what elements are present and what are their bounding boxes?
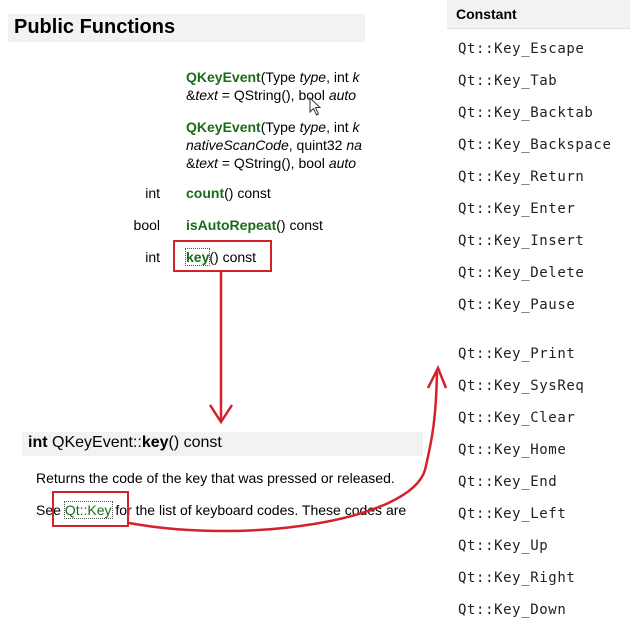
constant-item: Qt::Key_Enter	[458, 201, 576, 217]
constant-item: Qt::Key_Return	[458, 169, 585, 185]
ctor2-param-native: nativeScanCode	[186, 137, 289, 153]
isautorepeat-row: isAutoRepeat() const	[186, 216, 323, 234]
mouse-pointer-icon	[309, 97, 322, 116]
key-return-type: int	[145, 249, 160, 265]
constant-item: Qt::Key_Pause	[458, 297, 576, 313]
constant-item: Qt::Key_Escape	[458, 41, 585, 57]
ctor2-line3: &text = QString(), bool auto	[186, 154, 356, 172]
ctor1-text: (Type	[260, 69, 300, 85]
ctor2-param-trunc: k	[352, 119, 360, 135]
ctor2-param-type: type	[299, 119, 327, 135]
ctor2-text: &	[186, 155, 196, 171]
constant-item: Qt::Key_SysReq	[458, 378, 585, 394]
count-return-type: int	[145, 185, 160, 201]
ctor1-text: &	[186, 87, 196, 103]
ctor1-param-auto: auto	[328, 87, 357, 103]
constants-table: Constant Qt::Key_EscapeQt::Key_TabQt::Ke…	[447, 0, 630, 632]
curve-arrow-head	[426, 364, 448, 389]
isautorepeat-return-type: bool	[133, 217, 160, 233]
ctor2-text: = QString(), bool	[217, 155, 329, 171]
detail-description: Returns the code of the key that was pre…	[36, 470, 395, 486]
constant-item: Qt::Key_Delete	[458, 265, 585, 281]
see-also-suffix: for the list of keyboard codes. These co…	[111, 502, 407, 518]
ctor1-text: , int	[326, 69, 353, 85]
detail-function-name: key	[141, 434, 169, 451]
isautorepeat-link[interactable]: isAutoRepeat	[186, 217, 276, 233]
key-function-highlight	[173, 240, 272, 272]
ctor1-line2: &text = QString(), bool auto	[186, 86, 356, 104]
constant-item: Qt::Key_Left	[458, 506, 567, 522]
constants-header-label: Constant	[456, 6, 517, 22]
ctor2-param-auto: auto	[328, 155, 357, 171]
isautorepeat-suffix: () const	[276, 217, 323, 233]
constant-item: Qt::Key_Up	[458, 538, 549, 554]
ctor2-line1: QKeyEvent(Type type, int k	[186, 118, 360, 136]
ctor1-param-trunc: k	[352, 69, 360, 85]
constant-item: Qt::Key_Print	[458, 346, 576, 362]
constant-item: Qt::Key_Home	[458, 442, 567, 458]
constant-item: Qt::Key_Right	[458, 570, 576, 586]
ctor2-param-na: na	[346, 137, 362, 153]
count-row: count() const	[186, 184, 271, 202]
qt-key-highlight	[52, 491, 129, 527]
ctor2-text: , int	[326, 119, 353, 135]
detail-return-type: int	[28, 434, 48, 451]
constant-item: Qt::Key_Tab	[458, 73, 558, 89]
ctor1-line1: QKeyEvent(Type type, int k	[186, 68, 360, 86]
constant-item: Qt::Key_Clear	[458, 410, 576, 426]
constant-item: Qt::Key_Insert	[458, 233, 585, 249]
constant-item: Qt::Key_Backtab	[458, 105, 594, 121]
count-link[interactable]: count	[186, 185, 224, 201]
constant-item: Qt::Key_End	[458, 474, 558, 490]
detail-class: QKeyEvent::	[52, 434, 142, 451]
ctor2-text: (Type	[260, 119, 300, 135]
detail-suffix: () const	[168, 434, 222, 451]
ctor2-link[interactable]: QKeyEvent	[186, 119, 261, 135]
constant-item: Qt::Key_Down	[458, 602, 567, 618]
count-suffix: () const	[224, 185, 271, 201]
ctor1-link[interactable]: QKeyEvent	[186, 69, 261, 85]
constants-table-header: Constant	[447, 0, 630, 29]
ctor2-param-text: text	[195, 155, 218, 171]
ctor2-text: , quint32	[288, 137, 347, 153]
down-arrow-head	[208, 404, 234, 425]
ctor1-param-type: type	[299, 69, 327, 85]
ctor1-param-text: text	[195, 87, 218, 103]
detail-title: int QKeyEvent::key() const	[28, 434, 222, 452]
constant-item: Qt::Key_Backspace	[458, 137, 612, 153]
ctor2-line2: nativeScanCode, quint32 na	[186, 136, 362, 154]
section-title: Public Functions	[14, 16, 176, 38]
